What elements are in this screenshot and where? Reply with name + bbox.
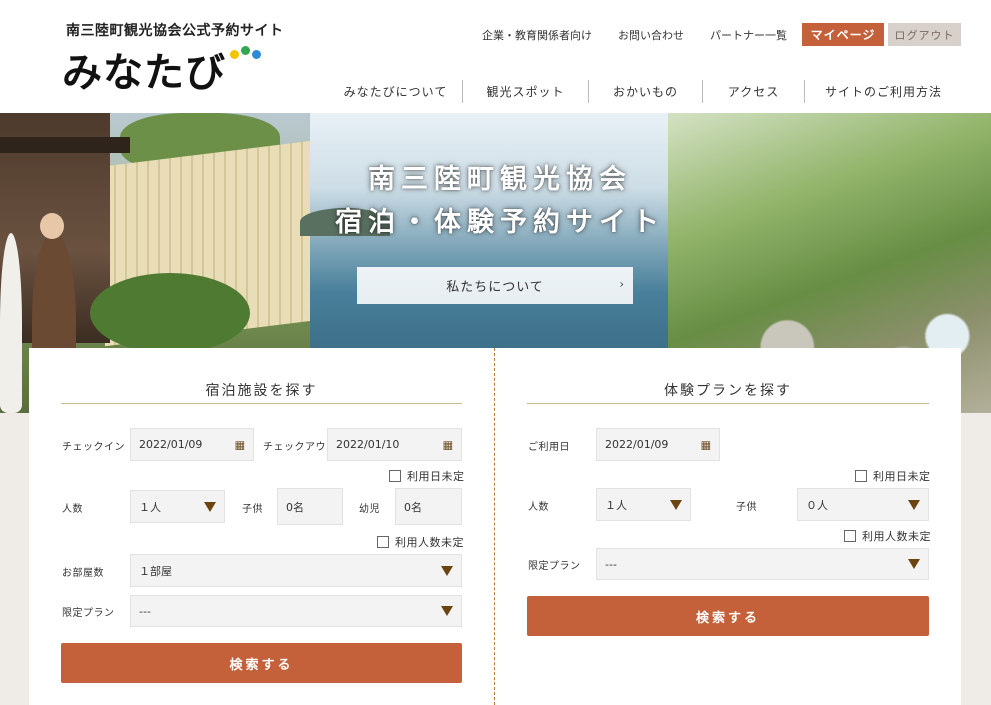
logo-subtitle: 南三陸町観光協会公式予約サイト: [66, 23, 284, 39]
stay-search-button[interactable]: 検索する: [61, 643, 462, 683]
dropdown-arrow-icon: [204, 501, 216, 512]
stay-people-label: 人数: [62, 504, 83, 515]
nav-how-to-use[interactable]: サイトのご利用方法: [804, 80, 962, 103]
calendar-icon: ▦: [700, 438, 711, 451]
checkout-date-field[interactable]: 2022/01/10 ▦: [327, 428, 462, 461]
stay-people-undecided-checkbox[interactable]: 利用人数未定: [377, 534, 464, 550]
stay-plan-select[interactable]: ---: [130, 595, 462, 627]
checkbox-icon: [389, 470, 401, 482]
about-us-label: 私たちについて: [446, 280, 544, 295]
experience-search-button[interactable]: 検索する: [527, 596, 929, 636]
rooms-select[interactable]: １部屋: [130, 554, 462, 587]
stay-infant-input[interactable]: 0名: [395, 488, 462, 525]
stay-people-undecided-label: 利用人数未定: [395, 536, 464, 549]
experience-plan-select[interactable]: ---: [596, 548, 929, 580]
stay-date-undecided-checkbox[interactable]: 利用日未定: [389, 468, 465, 484]
link-business-education[interactable]: 企業・教育関係者向け: [469, 27, 605, 43]
experience-people-undecided-label: 利用人数未定: [862, 530, 931, 543]
experience-date-value: 2022/01/09: [605, 438, 669, 451]
hero-title-line1: 南三陸町観光協会: [368, 164, 632, 195]
link-partners[interactable]: パートナー一覧: [697, 27, 800, 43]
panel-divider: [494, 348, 495, 705]
stay-panel-title: 宿泊施設を探す: [205, 383, 318, 399]
experience-date-label: ご利用日: [528, 442, 570, 453]
stay-infant-label: 幼児: [359, 504, 380, 515]
experience-child-value: ０人: [806, 498, 828, 512]
checkout-date-value: 2022/01/10: [336, 438, 400, 451]
main-nav: みなたびについて 観光スポット おかいもの アクセス サイトのご利用方法: [329, 80, 962, 103]
experience-title-underline: [527, 403, 929, 404]
stay-people-value: １人: [139, 500, 161, 514]
stay-date-undecided-label: 利用日未定: [407, 470, 465, 483]
utility-nav: 企業・教育関係者向け お問い合わせ パートナー一覧 マイページ ログアウト: [469, 23, 961, 46]
calendar-icon: ▦: [234, 438, 245, 451]
link-contact[interactable]: お問い合わせ: [605, 27, 697, 43]
hero-title-line2: 宿泊・体験予約サイト: [335, 207, 665, 238]
experience-people-value: １人: [605, 498, 627, 512]
checkin-date-value: 2022/01/09: [139, 438, 203, 451]
experience-child-select[interactable]: ０人: [797, 488, 929, 521]
experience-child-label: 子供: [736, 502, 757, 513]
stay-child-input[interactable]: 0名: [277, 488, 343, 525]
experience-date-undecided-label: 利用日未定: [873, 470, 931, 483]
experience-people-select[interactable]: １人: [596, 488, 691, 521]
rooms-label: お部屋数: [62, 568, 104, 579]
site-header: 南三陸町観光協会公式予約サイト みなたび 企業・教育関係者向け お問い合わせ パ…: [0, 0, 991, 113]
chevron-right-icon: ›: [619, 277, 625, 291]
dropdown-arrow-icon: [908, 559, 920, 569]
stay-people-select[interactable]: １人: [130, 490, 225, 523]
logout-button[interactable]: ログアウト: [888, 23, 961, 46]
dropdown-arrow-icon: [670, 499, 682, 510]
stay-title-underline: [61, 403, 462, 404]
checkin-label: チェックイン: [62, 442, 125, 453]
checkin-date-field[interactable]: 2022/01/09 ▦: [130, 428, 254, 461]
dropdown-arrow-icon: [441, 565, 453, 576]
stay-plan-label: 限定プラン: [62, 608, 115, 619]
stay-child-label: 子供: [242, 504, 263, 515]
hero-title: 南三陸町観光協会 宿泊・体験予約サイト: [310, 158, 690, 244]
nav-about[interactable]: みなたびについて: [329, 80, 462, 103]
logo-dots-icon: [230, 46, 266, 60]
experience-people-label: 人数: [528, 502, 549, 513]
site-logo[interactable]: みなたび: [62, 40, 226, 98]
checkbox-icon: [855, 470, 867, 482]
stay-child-value: 0名: [286, 500, 304, 514]
mypage-button[interactable]: マイページ: [802, 23, 884, 46]
rooms-value: １部屋: [139, 564, 172, 578]
checkout-label: チェックアウト: [263, 442, 337, 453]
experience-panel-title: 体験プランを探す: [664, 383, 792, 399]
stay-plan-value: ---: [139, 604, 151, 618]
calendar-icon: ▦: [442, 438, 453, 451]
experience-date-undecided-checkbox[interactable]: 利用日未定: [855, 468, 931, 484]
stay-infant-value: 0名: [404, 500, 422, 514]
dropdown-arrow-icon: [908, 499, 920, 510]
dropdown-arrow-icon: [441, 606, 453, 616]
checkbox-icon: [844, 530, 856, 542]
experience-plan-label: 限定プラン: [528, 561, 581, 572]
nav-access[interactable]: アクセス: [702, 80, 804, 103]
experience-date-field[interactable]: 2022/01/09 ▦: [596, 428, 720, 461]
checkbox-icon: [377, 536, 389, 548]
nav-spots[interactable]: 観光スポット: [462, 80, 588, 103]
experience-people-undecided-checkbox[interactable]: 利用人数未定: [844, 528, 931, 544]
nav-shopping[interactable]: おかいもの: [588, 80, 702, 103]
experience-plan-value: ---: [605, 557, 617, 571]
about-us-button[interactable]: 私たちについて ›: [357, 267, 633, 304]
